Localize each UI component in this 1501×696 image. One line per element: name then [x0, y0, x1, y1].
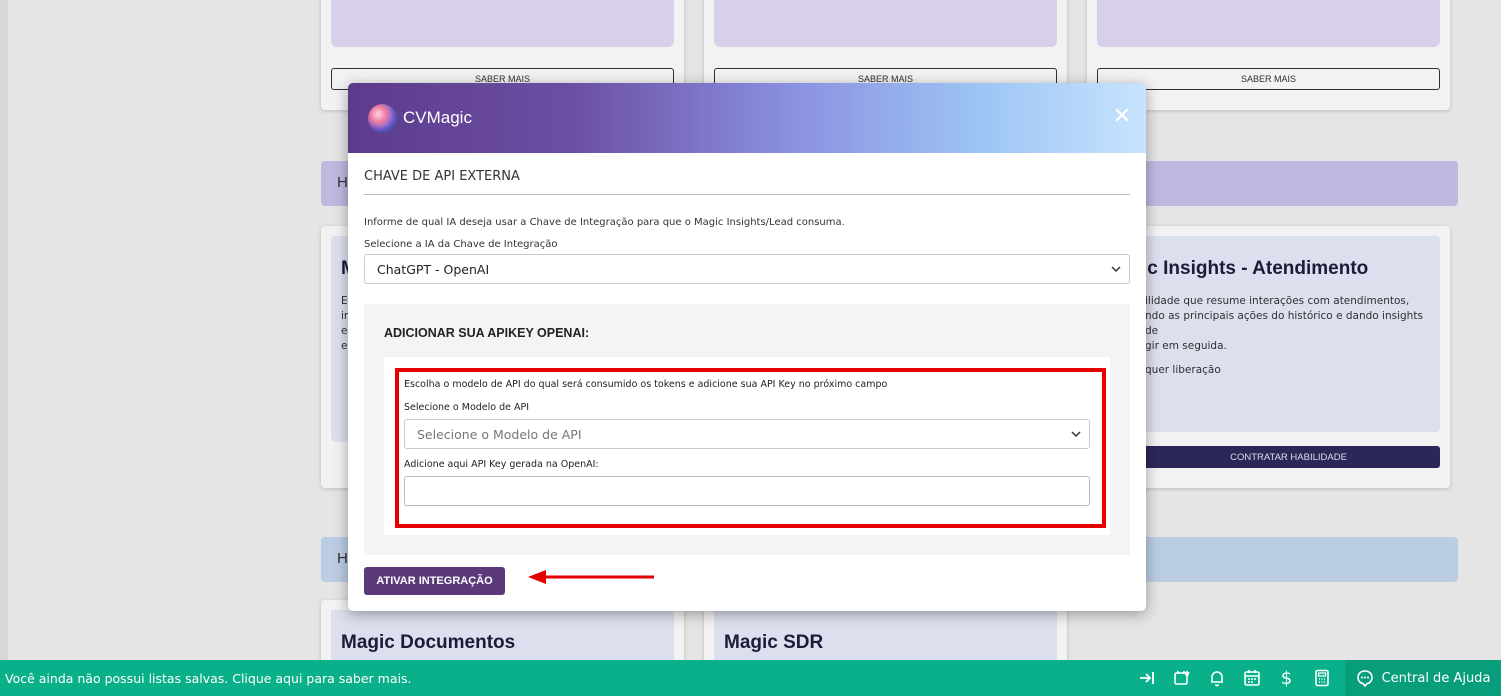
arrow-annotation-icon	[528, 570, 654, 584]
exit-icon[interactable]	[1129, 660, 1164, 696]
status-icons: $	[1129, 660, 1339, 696]
cvmagic-logo-icon	[368, 104, 397, 133]
api-key-modal: CVMagic ✕ CHAVE DE API EXTERNA Informe d…	[348, 83, 1146, 611]
chevron-down-icon	[1071, 431, 1081, 438]
model-help-text: Escolha o modelo de API do qual será con…	[404, 379, 888, 390]
bell-icon[interactable]	[1199, 660, 1234, 696]
apikey-title: ADICIONAR SUA APIKEY OPENAI:	[384, 326, 590, 340]
ia-select-label: Selecione a IA da Chave de Integração	[364, 239, 558, 250]
ativar-integracao-button[interactable]: ATIVAR INTEGRAÇÃO	[364, 567, 505, 595]
central-de-ajuda-button[interactable]: Central de Ajuda	[1345, 660, 1501, 696]
ia-select[interactable]: ChatGPT - OpenAI	[364, 254, 1130, 284]
model-select[interactable]: Selecione o Modelo de API	[404, 419, 1090, 449]
chat-help-icon	[1356, 670, 1373, 687]
modal-body: CHAVE DE API EXTERNA Informe de qual IA …	[348, 153, 1146, 555]
ia-select-value: ChatGPT - OpenAI	[377, 261, 490, 277]
model-select-label: Selecione o Modelo de API	[404, 402, 530, 413]
calendar-star-icon[interactable]	[1164, 660, 1199, 696]
modal-header: CVMagic ✕	[348, 83, 1146, 153]
model-select-placeholder: Selecione o Modelo de API	[417, 426, 582, 442]
apikey-panel: ADICIONAR SUA APIKEY OPENAI: Escolha o m…	[364, 304, 1130, 555]
calendar-icon[interactable]	[1234, 660, 1269, 696]
apikey-input-label: Adicione aqui API Key gerada na OpenAI:	[404, 459, 599, 470]
section-title: CHAVE DE API EXTERNA	[364, 153, 1130, 195]
dollar-icon[interactable]: $	[1269, 660, 1304, 696]
help-label: Central de Ajuda	[1381, 670, 1491, 686]
close-button[interactable]: ✕	[1112, 105, 1132, 129]
brand-name: CVMagic	[403, 108, 472, 127]
info-text: Informe de qual IA deseja usar a Chave d…	[364, 217, 845, 228]
chevron-down-icon	[1111, 266, 1121, 273]
status-bar: Você ainda não possui listas salvas. Cli…	[0, 660, 1501, 696]
status-message-link[interactable]: Você ainda não possui listas salvas. Cli…	[0, 671, 1129, 686]
calculator-icon[interactable]	[1304, 660, 1339, 696]
apikey-input[interactable]	[404, 476, 1090, 506]
